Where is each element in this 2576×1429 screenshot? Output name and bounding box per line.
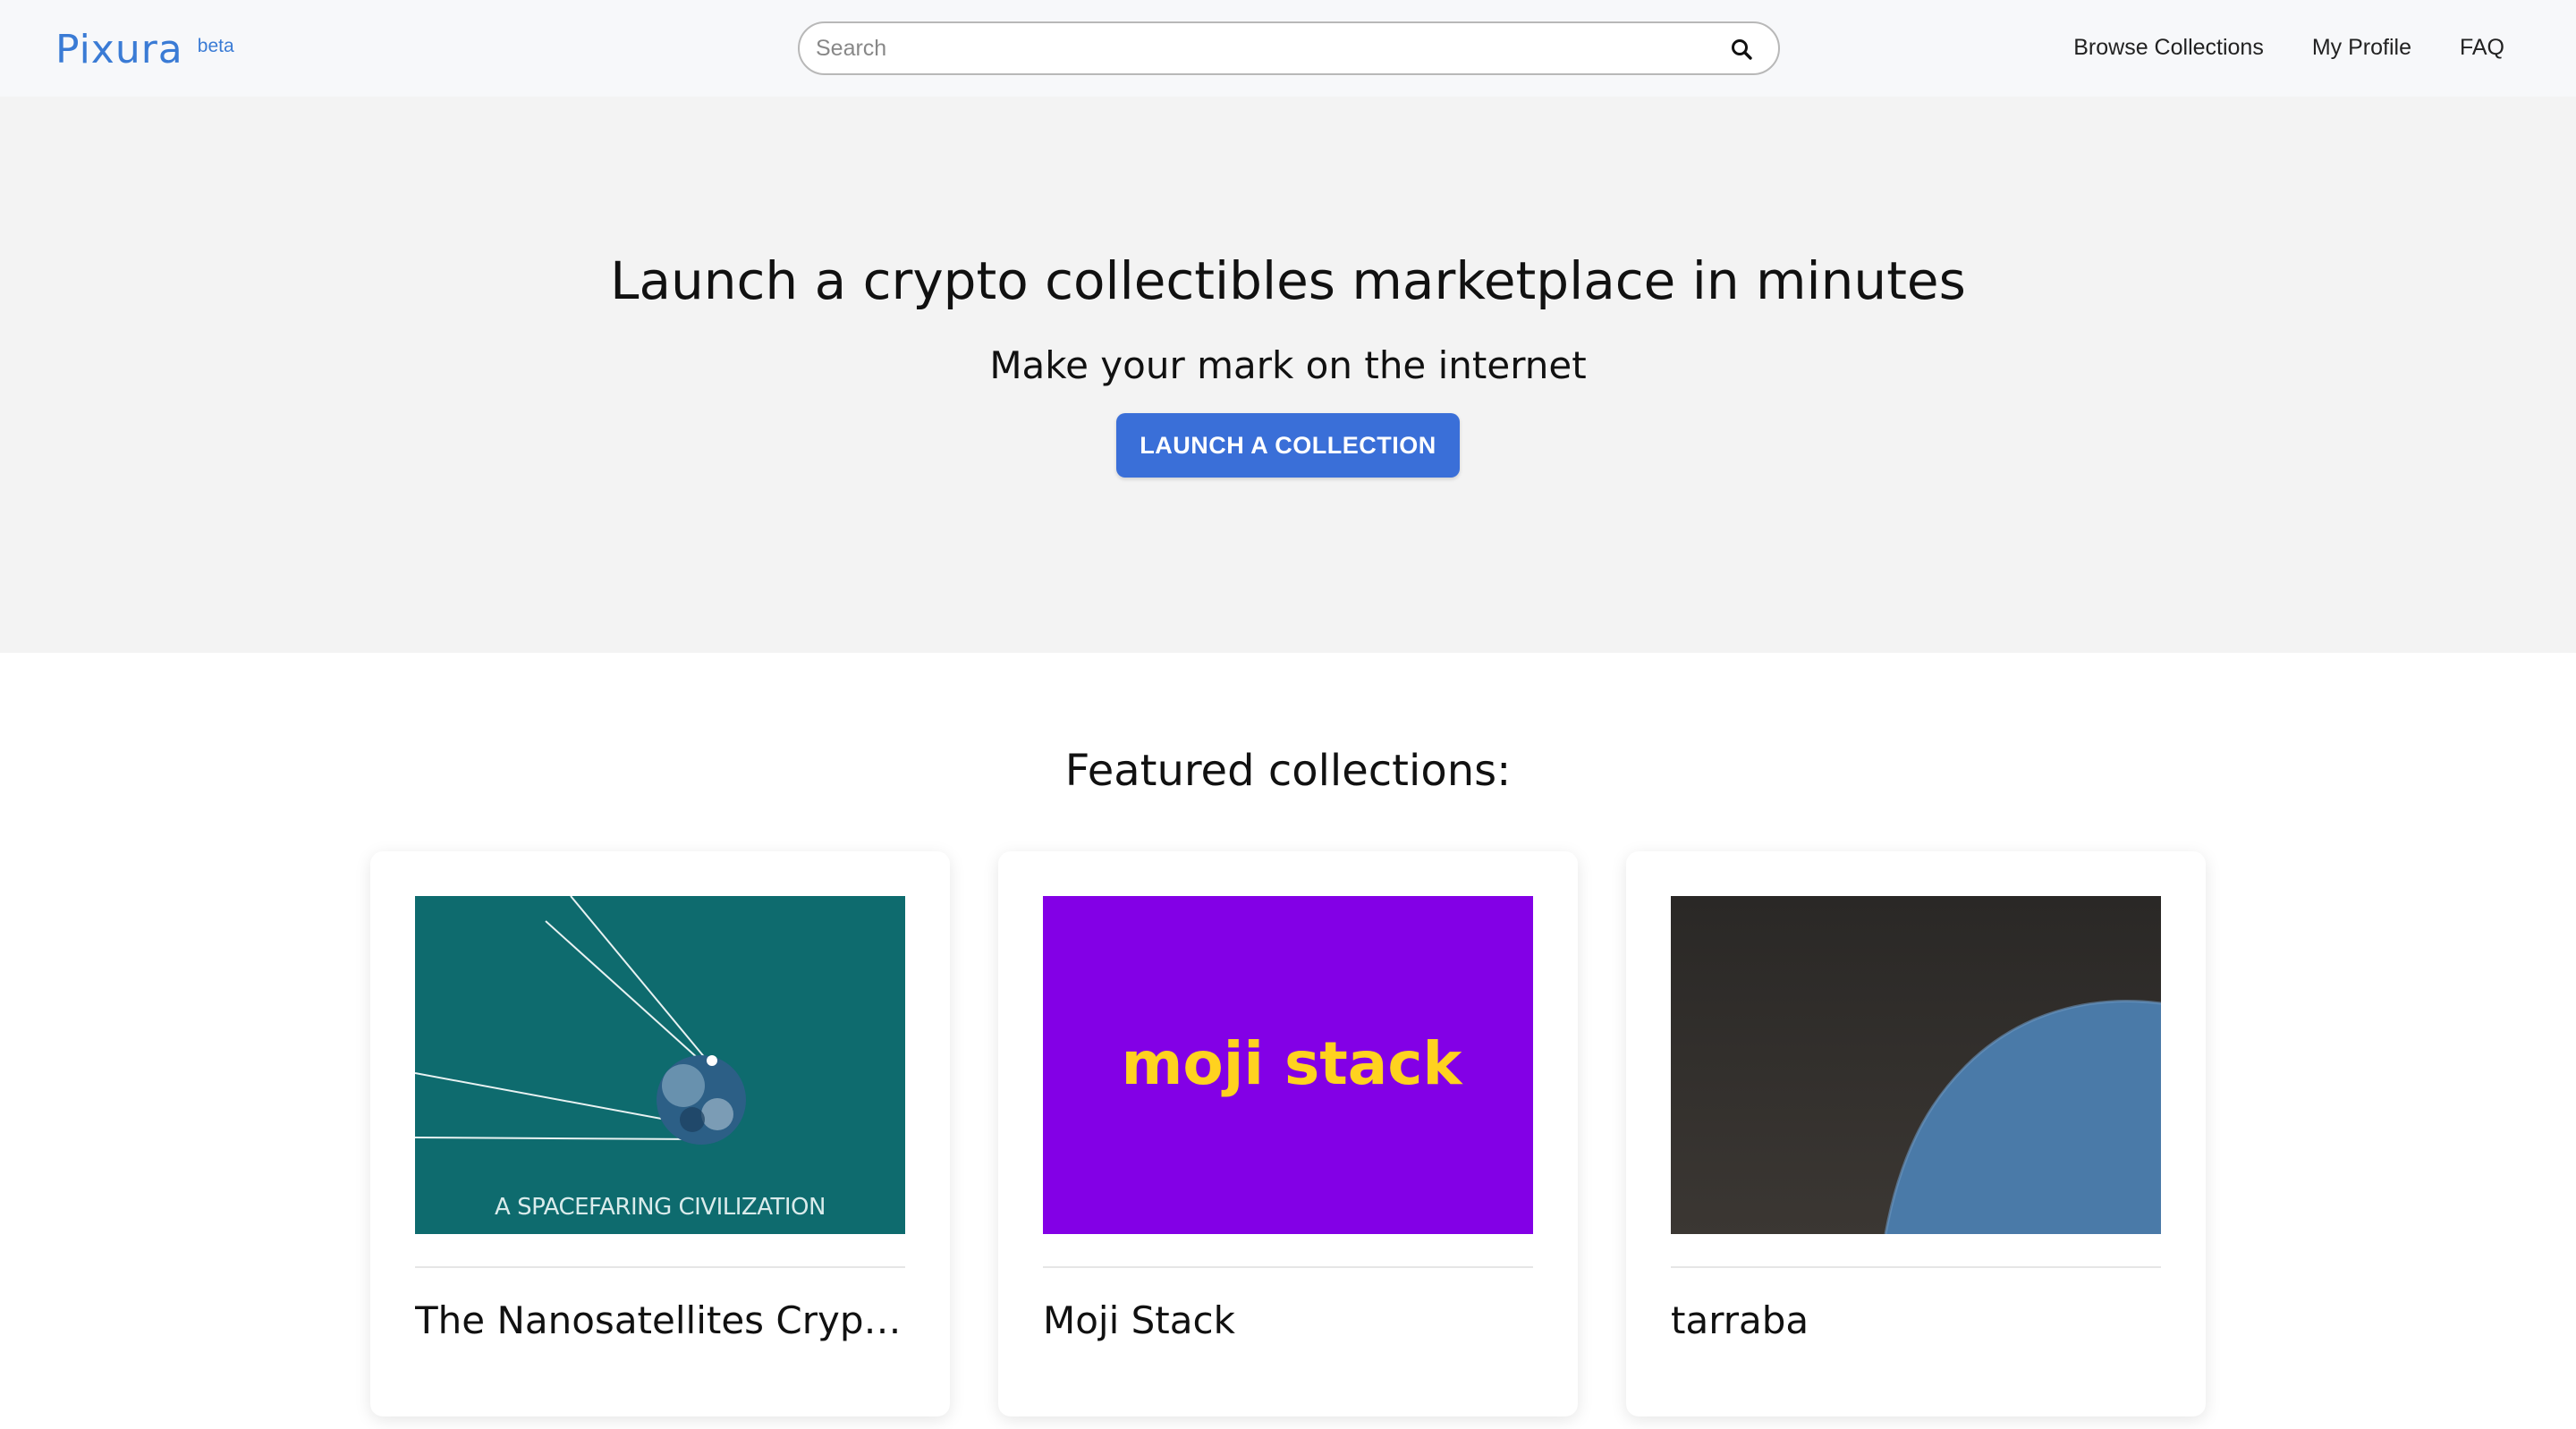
hero-title: Launch a crypto collectibles marketplace… [610,250,1966,311]
nav-browse-collections[interactable]: Browse Collections [2073,32,2264,63]
card-image-caption: moji stack [1122,1029,1464,1098]
tarraba-artwork [1671,896,2161,1234]
moji-stack-artwork: moji stack [1043,896,1533,1234]
logo-text: Pixura [55,27,183,72]
hero-section: Launch a crypto collectibles marketplace… [0,97,2576,653]
search-input[interactable] [816,32,1692,64]
collection-name[interactable]: tarraba [1671,1298,2161,1342]
search-bar[interactable] [798,21,1780,75]
card-divider [1043,1266,1533,1268]
card-divider [415,1266,905,1268]
collection-card[interactable]: tarraba [1626,851,2206,1416]
featured-title: Featured collections: [1064,746,1512,796]
collection-thumbnail[interactable] [1671,896,2161,1234]
pixura-logo[interactable]: Pixura beta [55,25,234,75]
card-image-caption: A SPACEFARING CIVILIZATION [495,1194,826,1221]
nanosatellite-artwork: A SPACEFARING CIVILIZATION [415,896,905,1234]
collection-thumbnail[interactable]: moji stack [1043,896,1533,1234]
launch-collection-button[interactable]: LAUNCH A COLLECTION [1116,413,1460,478]
collection-name[interactable]: The Nanosatellites Crypto… [415,1298,905,1342]
nav-faq[interactable]: FAQ [2460,32,2504,63]
collection-name[interactable]: Moji Stack [1043,1298,1533,1342]
search-icon[interactable] [1730,38,1753,61]
nav-my-profile[interactable]: My Profile [2312,32,2411,63]
collection-card[interactable]: A SPACEFARING CIVILIZATION The Nanosatel… [370,851,950,1416]
collection-card[interactable]: moji stack Moji Stack [998,851,1578,1416]
main-nav: Browse Collections My Profile FAQ [2073,32,2504,63]
collection-thumbnail[interactable]: A SPACEFARING CIVILIZATION [415,896,905,1234]
top-navbar: Pixura beta Browse Collections My Profil… [0,0,2576,97]
card-divider [1671,1266,2161,1268]
beta-badge: beta [197,36,234,56]
hero-subtitle: Make your mark on the internet [989,343,1587,387]
